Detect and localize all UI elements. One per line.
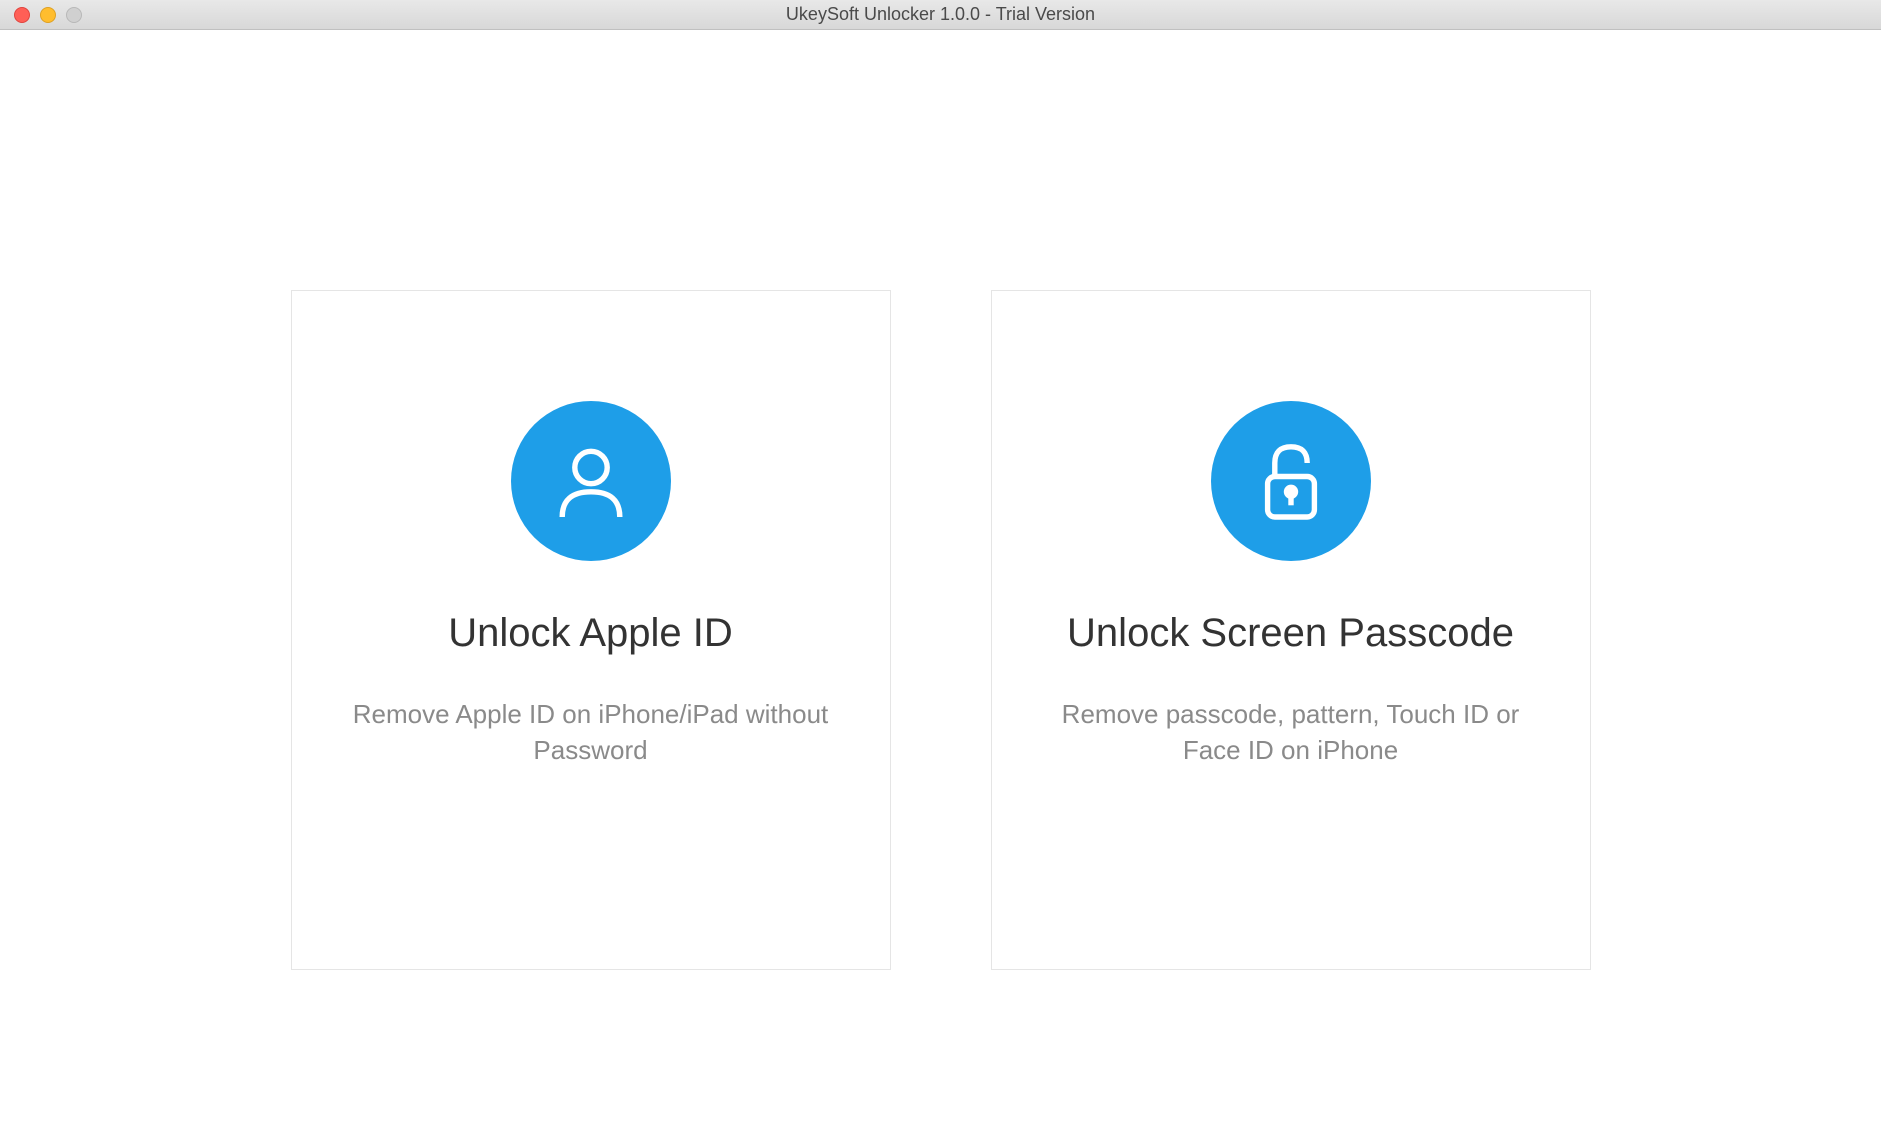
unlock-icon [1246, 436, 1336, 526]
close-window-button[interactable] [14, 7, 30, 23]
unlock-apple-id-description: Remove Apple ID on iPhone/iPad without P… [292, 696, 890, 769]
minimize-window-button[interactable] [40, 7, 56, 23]
traffic-lights [0, 7, 82, 23]
person-icon [546, 436, 636, 526]
window-title: UkeySoft Unlocker 1.0.0 - Trial Version [786, 4, 1095, 25]
lock-icon-circle [1211, 401, 1371, 561]
person-icon-circle [511, 401, 671, 561]
window-title-bar: UkeySoft Unlocker 1.0.0 - Trial Version [0, 0, 1881, 30]
unlock-apple-id-title: Unlock Apple ID [448, 611, 733, 656]
unlock-screen-passcode-title: Unlock Screen Passcode [1067, 611, 1514, 656]
unlock-screen-passcode-card[interactable]: Unlock Screen Passcode Remove passcode, … [991, 290, 1591, 970]
unlock-apple-id-card[interactable]: Unlock Apple ID Remove Apple ID on iPhon… [291, 290, 891, 970]
main-content: Unlock Apple ID Remove Apple ID on iPhon… [0, 30, 1881, 970]
unlock-screen-passcode-description: Remove passcode, pattern, Touch ID or Fa… [992, 696, 1590, 769]
maximize-window-button [66, 7, 82, 23]
